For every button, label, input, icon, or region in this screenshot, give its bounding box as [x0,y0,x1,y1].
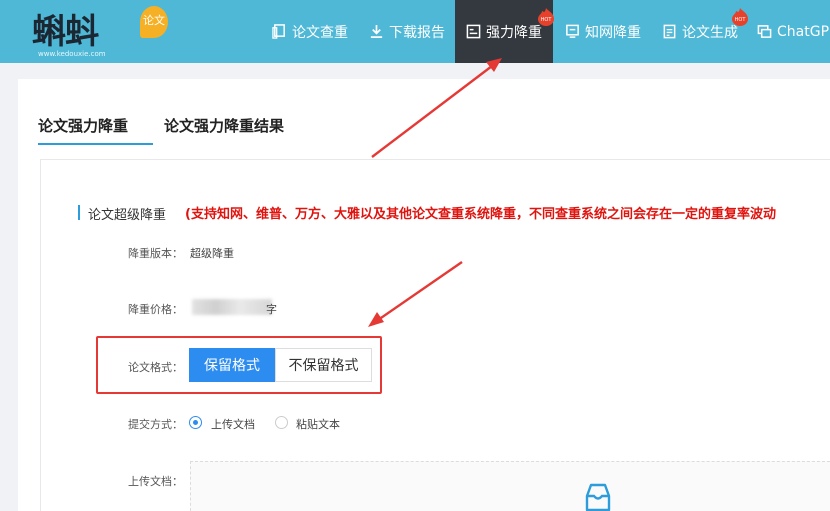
radio-upload-doc-label[interactable]: 上传文档 [211,416,255,432]
tab-strong-reduce[interactable]: 论文强力降重 [38,115,128,136]
tab-strong-reduce-result[interactable]: 论文强力降重结果 [164,115,284,136]
price-label: 降重价格： [128,303,183,316]
upload-dropzone[interactable] [190,461,830,511]
nav-label: ChatGP [777,23,830,40]
version-value: 超级降重 [190,247,234,260]
nav-label: 下载报告 [389,24,445,41]
main-nav: 论文查重 下载报告 强力降重 HOT 知网降重 论文生成 HOT ChatGP [260,0,830,63]
version-label: 降重版本： [128,247,183,260]
logo-subtitle: www.kedouxie.com [38,50,106,58]
price-blurred [192,299,272,315]
tab-bar: 论文强力降重 论文强力降重结果 [38,79,830,147]
hot-badge-icon: HOT [538,8,554,26]
nav-item-cnki-reduce[interactable]: 知网降重 [565,0,641,63]
active-tab-indicator [38,143,153,145]
site-logo[interactable]: 蝌蚪 论文 www.kedouxie.com [32,4,182,60]
nav-item-paper-generate[interactable]: 论文生成 [662,0,738,63]
nav-item-paper-check[interactable]: 论文查重 [272,0,348,63]
inbox-icon [585,483,611,511]
svg-text:HOT: HOT [735,17,747,23]
annotation-highlight-box [96,336,382,394]
nav-label: 论文查重 [292,24,348,41]
chat-icon [757,25,772,38]
nav-item-chatgpt[interactable]: ChatGP [757,0,829,63]
upload-label: 上传文档： [128,475,183,488]
nav-label: 知网降重 [585,24,641,41]
top-header: 蝌蚪 论文 www.kedouxie.com 论文查重 下载报告 强力降重 HO… [0,0,830,63]
nav-item-download-report[interactable]: 下载报告 [369,0,445,63]
doc-generate-icon [663,24,676,39]
submit-label: 提交方式： [128,418,183,431]
document-copy-icon [272,24,285,39]
download-icon [370,24,383,38]
radio-paste-text-label[interactable]: 粘贴文本 [296,416,340,432]
section-note: (支持知网、维普、万方、大雅以及其他论文查重系统降重，不同查重系统之间会存在一定… [185,207,776,222]
radio-upload-doc[interactable] [189,416,202,429]
hot-badge-icon: HOT [732,8,748,26]
radio-paste-text[interactable] [275,416,288,429]
monitor-doc-icon [566,24,579,38]
logo-badge: 论文 [140,6,168,38]
main-card: 论文强力降重 论文强力降重结果 [18,79,830,511]
reduce-icon [466,24,481,39]
price-value: 字 [266,303,277,316]
section-title: 论文超级降重 [88,208,167,223]
section-accent-bar [78,205,80,220]
nav-label: 强力降重 [486,24,542,41]
logo-text: 蝌蚪 [32,12,99,52]
svg-text:HOT: HOT [541,17,553,23]
